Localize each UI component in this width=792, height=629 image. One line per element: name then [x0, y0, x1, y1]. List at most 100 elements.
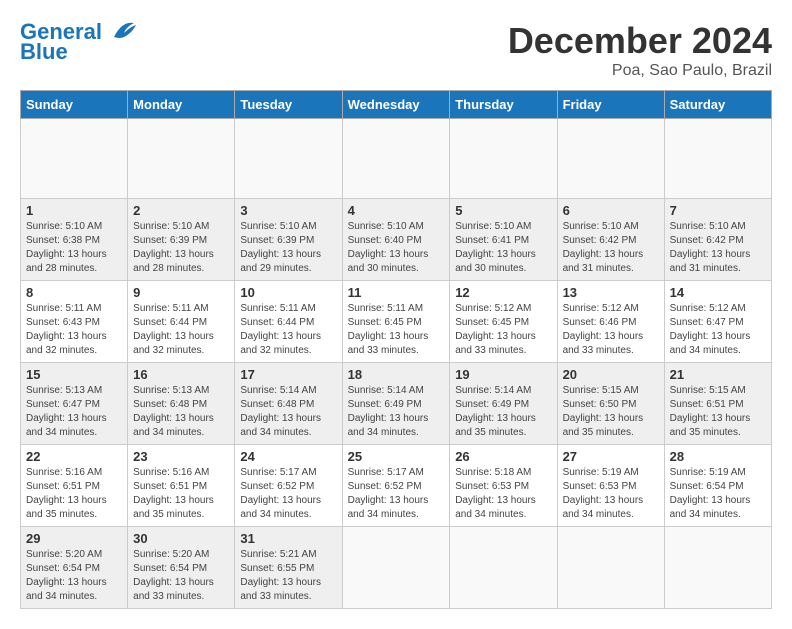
day-info: Sunrise: 5:16 AM Sunset: 6:51 PM Dayligh… [133, 466, 229, 522]
day-info: Sunrise: 5:10 AM Sunset: 6:40 PM Dayligh… [348, 220, 445, 276]
day-number: 2 [133, 203, 229, 218]
day-number: 12 [455, 285, 551, 300]
col-tuesday: Tuesday [235, 91, 342, 119]
day-info: Sunrise: 5:15 AM Sunset: 6:50 PM Dayligh… [563, 384, 659, 440]
day-number: 9 [133, 285, 229, 300]
calendar-cell: 12 Sunrise: 5:12 AM Sunset: 6:45 PM Dayli… [450, 281, 557, 363]
calendar-cell: 15Sunrise: 5:13 AM Sunset: 6:47 PM Dayli… [21, 363, 128, 445]
day-number: 24 [240, 449, 336, 464]
day-info: Sunrise: 5:10 AM Sunset: 6:42 PM Dayligh… [670, 220, 766, 276]
day-info: Sunrise: 5:10 AM Sunset: 6:42 PM Dayligh… [563, 220, 659, 276]
day-number: 17 [240, 367, 336, 382]
day-number: 14 [670, 285, 766, 300]
col-wednesday: Wednesday [342, 91, 450, 119]
day-number: 11 [348, 285, 445, 300]
day-number: 29 [26, 531, 122, 546]
calendar-cell: 22Sunrise: 5:16 AM Sunset: 6:51 PM Dayli… [21, 445, 128, 527]
page-header: General Blue December 2024 Poa, Sao Paul… [20, 20, 772, 80]
calendar-week-row [21, 119, 772, 199]
calendar-cell: 11 Sunrise: 5:11 AM Sunset: 6:45 PM Dayli… [342, 281, 450, 363]
day-number: 30 [133, 531, 229, 546]
day-info: Sunrise: 5:10 AM Sunset: 6:38 PM Dayligh… [26, 220, 122, 276]
day-number: 3 [240, 203, 336, 218]
calendar-cell [557, 527, 664, 609]
day-info: Sunrise: 5:11 AM Sunset: 6:45 PM Dayligh… [348, 302, 445, 358]
calendar-cell [557, 119, 664, 199]
day-number: 20 [563, 367, 659, 382]
logo-bird-icon [104, 19, 136, 41]
calendar-week-row: 15Sunrise: 5:13 AM Sunset: 6:47 PM Dayli… [21, 363, 772, 445]
day-info: Sunrise: 5:14 AM Sunset: 6:48 PM Dayligh… [240, 384, 336, 440]
day-info: Sunrise: 5:11 AM Sunset: 6:44 PM Dayligh… [240, 302, 336, 358]
calendar-cell: 29 Sunrise: 5:20 AM Sunset: 6:54 PM Dayli… [21, 527, 128, 609]
page-title: December 2024 [508, 20, 772, 62]
day-number: 25 [348, 449, 445, 464]
day-info: Sunrise: 5:14 AM Sunset: 6:49 PM Dayligh… [348, 384, 445, 440]
calendar-cell [450, 119, 557, 199]
day-info: Sunrise: 5:11 AM Sunset: 6:44 PM Dayligh… [133, 302, 229, 358]
calendar-cell: 26Sunrise: 5:18 AM Sunset: 6:53 PM Dayli… [450, 445, 557, 527]
calendar-cell: 2Sunrise: 5:10 AM Sunset: 6:39 PM Daylig… [128, 199, 235, 281]
calendar-cell [21, 119, 128, 199]
col-friday: Friday [557, 91, 664, 119]
day-info: Sunrise: 5:19 AM Sunset: 6:54 PM Dayligh… [670, 466, 766, 522]
day-info: Sunrise: 5:20 AM Sunset: 6:54 PM Dayligh… [133, 548, 229, 604]
day-number: 13 [563, 285, 659, 300]
day-number: 23 [133, 449, 229, 464]
calendar-cell: 10Sunrise: 5:11 AM Sunset: 6:44 PM Dayli… [235, 281, 342, 363]
day-info: Sunrise: 5:10 AM Sunset: 6:39 PM Dayligh… [240, 220, 336, 276]
col-sunday: Sunday [21, 91, 128, 119]
day-number: 7 [670, 203, 766, 218]
calendar-week-row: 1 Sunrise: 5:10 AM Sunset: 6:38 PM Daylig… [21, 199, 772, 281]
day-info: Sunrise: 5:21 AM Sunset: 6:55 PM Dayligh… [240, 548, 336, 604]
calendar-cell: 4 Sunrise: 5:10 AM Sunset: 6:40 PM Daylig… [342, 199, 450, 281]
day-info: Sunrise: 5:12 AM Sunset: 6:47 PM Dayligh… [670, 302, 766, 358]
calendar-table: Sunday Monday Tuesday Wednesday Thursday… [20, 90, 772, 609]
day-number: 28 [670, 449, 766, 464]
day-number: 21 [670, 367, 766, 382]
calendar-cell: 24 Sunrise: 5:17 AM Sunset: 6:52 PM Dayli… [235, 445, 342, 527]
calendar-cell: 21 Sunrise: 5:15 AM Sunset: 6:51 PM Dayli… [664, 363, 771, 445]
calendar-cell: 7 Sunrise: 5:10 AM Sunset: 6:42 PM Daylig… [664, 199, 771, 281]
day-info: Sunrise: 5:15 AM Sunset: 6:51 PM Dayligh… [670, 384, 766, 440]
calendar-cell [664, 119, 771, 199]
calendar-cell: 19Sunrise: 5:14 AM Sunset: 6:49 PM Dayli… [450, 363, 557, 445]
logo: General Blue [20, 20, 136, 64]
calendar-cell: 30 Sunrise: 5:20 AM Sunset: 6:54 PM Dayli… [128, 527, 235, 609]
day-number: 31 [240, 531, 336, 546]
calendar-cell: 1 Sunrise: 5:10 AM Sunset: 6:38 PM Daylig… [21, 199, 128, 281]
day-info: Sunrise: 5:19 AM Sunset: 6:53 PM Dayligh… [563, 466, 659, 522]
day-info: Sunrise: 5:12 AM Sunset: 6:46 PM Dayligh… [563, 302, 659, 358]
calendar-week-row: 8 Sunrise: 5:11 AM Sunset: 6:43 PM Daylig… [21, 281, 772, 363]
day-info: Sunrise: 5:13 AM Sunset: 6:48 PM Dayligh… [133, 384, 229, 440]
calendar-week-row: 22Sunrise: 5:16 AM Sunset: 6:51 PM Dayli… [21, 445, 772, 527]
calendar-cell [235, 119, 342, 199]
day-number: 4 [348, 203, 445, 218]
calendar-cell: 18Sunrise: 5:14 AM Sunset: 6:49 PM Dayli… [342, 363, 450, 445]
day-number: 27 [563, 449, 659, 464]
calendar-cell: 20 Sunrise: 5:15 AM Sunset: 6:50 PM Dayli… [557, 363, 664, 445]
calendar-cell: 25Sunrise: 5:17 AM Sunset: 6:52 PM Dayli… [342, 445, 450, 527]
page-subtitle: Poa, Sao Paulo, Brazil [508, 62, 772, 80]
calendar-cell: 13 Sunrise: 5:12 AM Sunset: 6:46 PM Dayli… [557, 281, 664, 363]
calendar-cell: 3 Sunrise: 5:10 AM Sunset: 6:39 PM Daylig… [235, 199, 342, 281]
day-info: Sunrise: 5:20 AM Sunset: 6:54 PM Dayligh… [26, 548, 122, 604]
day-info: Sunrise: 5:17 AM Sunset: 6:52 PM Dayligh… [240, 466, 336, 522]
day-number: 15 [26, 367, 122, 382]
day-number: 1 [26, 203, 122, 218]
day-number: 19 [455, 367, 551, 382]
day-info: Sunrise: 5:12 AM Sunset: 6:45 PM Dayligh… [455, 302, 551, 358]
calendar-cell [342, 119, 450, 199]
day-number: 8 [26, 285, 122, 300]
calendar-cell: 8 Sunrise: 5:11 AM Sunset: 6:43 PM Daylig… [21, 281, 128, 363]
calendar-cell: 9 Sunrise: 5:11 AM Sunset: 6:44 PM Daylig… [128, 281, 235, 363]
col-saturday: Saturday [664, 91, 771, 119]
title-block: December 2024 Poa, Sao Paulo, Brazil [508, 20, 772, 80]
day-info: Sunrise: 5:11 AM Sunset: 6:43 PM Dayligh… [26, 302, 122, 358]
calendar-cell: 23 Sunrise: 5:16 AM Sunset: 6:51 PM Dayli… [128, 445, 235, 527]
calendar-header-row: Sunday Monday Tuesday Wednesday Thursday… [21, 91, 772, 119]
logo-blue: Blue [20, 40, 68, 64]
calendar-cell [664, 527, 771, 609]
calendar-week-row: 29 Sunrise: 5:20 AM Sunset: 6:54 PM Dayli… [21, 527, 772, 609]
day-number: 16 [133, 367, 229, 382]
